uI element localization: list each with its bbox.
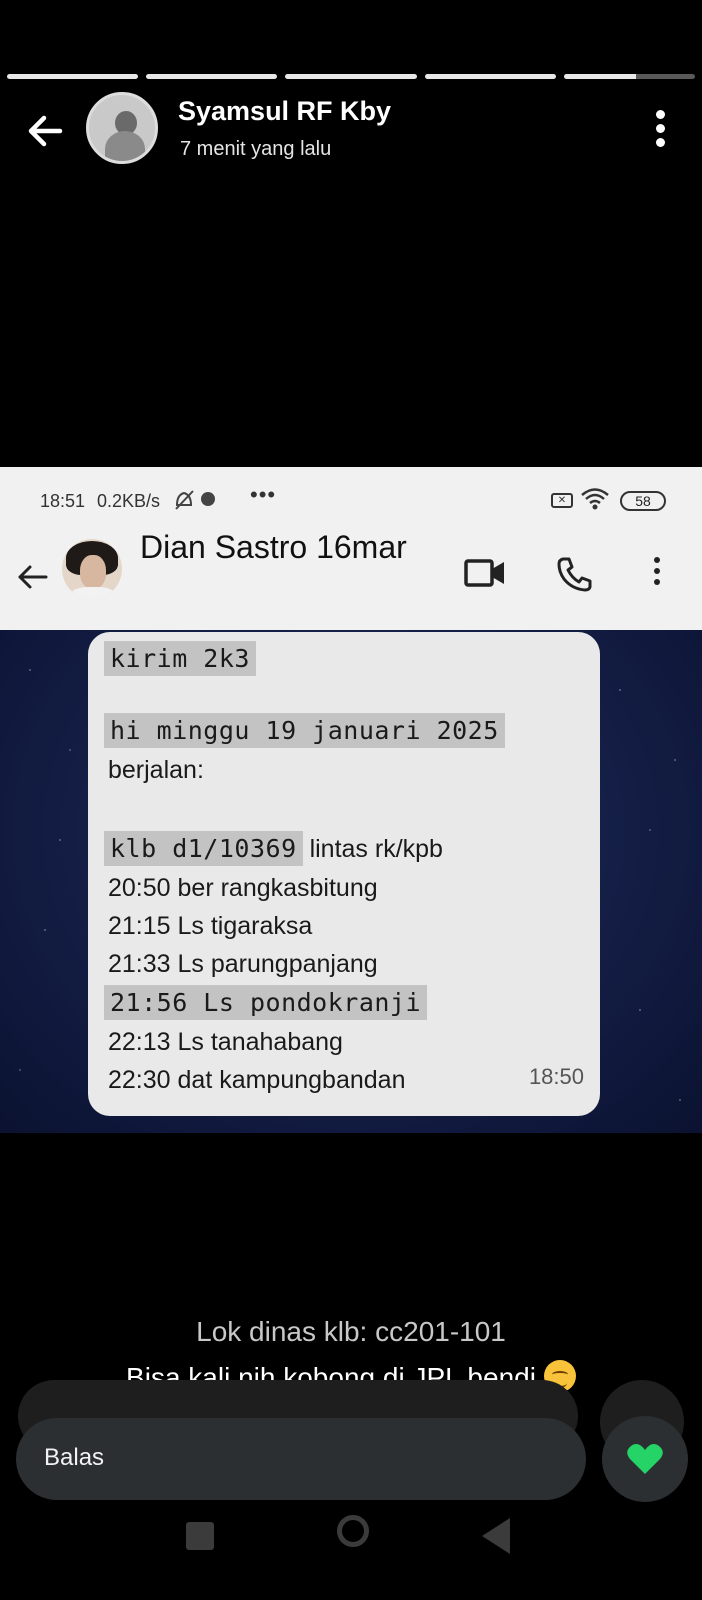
back-button[interactable] [22, 108, 68, 154]
reply-placeholder: Balas [44, 1444, 105, 1471]
status-caption-secondary: Lok dinas klb: cc201-101 [196, 1316, 506, 1347]
statusbar-more: ••• [250, 482, 277, 507]
story-segment [7, 74, 139, 79]
chat-contact-avatar [62, 539, 122, 599]
message-line: 21:15 Ls tigaraksa [108, 912, 313, 940]
message-line: 22:30 dat kampungbandan [108, 1066, 406, 1094]
story-segment [146, 74, 278, 79]
no-sim-icon: ✕ [551, 493, 573, 508]
home-icon[interactable] [337, 1515, 369, 1547]
video-call-icon [464, 557, 506, 589]
recent-apps-icon[interactable] [186, 1522, 214, 1550]
nav-back-icon[interactable] [482, 1518, 510, 1554]
message-line: berjalan: [108, 756, 204, 784]
message-timestamp: 18:50 [528, 1064, 584, 1089]
story-segment [424, 74, 556, 79]
battery-indicator: 58 [620, 491, 666, 511]
chat-back-icon [14, 559, 50, 595]
message-line: hi minggu 19 januari 2025 [104, 713, 505, 748]
message-line: 22:13 Ls tanahabang [108, 1028, 343, 1056]
message-bubble: kirim 2k3 hi minggu 19 januari 2025 berj… [88, 632, 600, 1116]
chat-more-icon [650, 557, 664, 593]
message-line: 21:33 Ls parungpanjang [108, 950, 378, 978]
message-line: kirim 2k3 [104, 641, 256, 676]
story-segment [285, 74, 417, 79]
heart-icon [627, 1444, 663, 1474]
wifi-icon [580, 487, 610, 511]
message-line-code: klb d1/10369 [104, 831, 303, 866]
phone-icon [556, 555, 594, 593]
statusbar-data-rate: 0.2KB/s [97, 491, 161, 511]
screenshot-chat-header: 18:51 0.2KB/s ••• ✕ 58 Dian Sastro 16mar [0, 467, 702, 630]
story-segment [563, 74, 696, 79]
like-button[interactable] [602, 1416, 688, 1502]
chat-contact-name: Dian Sastro 16mar [140, 529, 407, 565]
contact-name[interactable]: Syamsul RF Kby [178, 96, 391, 127]
reply-input[interactable]: Balas [16, 1418, 586, 1500]
status-timestamp: 7 menit yang lalu [180, 138, 332, 160]
message-line: 20:50 ber rangkasbitung [108, 874, 378, 902]
statusbar-time: 18:51 [40, 491, 86, 511]
message-line: 21:56 Ls pondokranji [104, 985, 428, 1020]
arrow-left-icon [28, 115, 63, 147]
story-progress-bar [7, 74, 696, 80]
mute-icon [174, 489, 220, 516]
avatar[interactable] [86, 92, 158, 164]
more-options-button[interactable] [650, 110, 670, 156]
message-line: lintas rk/kpb [302, 835, 443, 863]
